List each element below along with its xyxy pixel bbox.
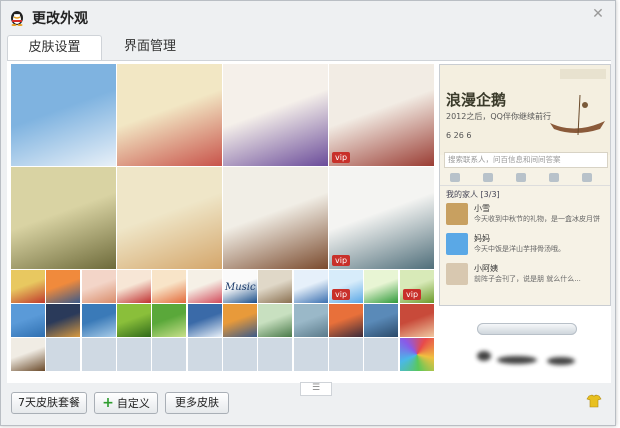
skin-thumbnail-snail[interactable] [117,304,151,337]
empty-skin-slot [117,338,151,371]
contact-avatar [446,263,468,285]
contact-avatar [446,203,468,225]
skin-thumbnail-sky-clouds[interactable] [11,64,116,166]
skin-thumbnail-green-vip[interactable]: vip [400,270,434,303]
empty-skin-slot [82,338,116,371]
preview-search-box: 搜索联系人，问百信息和间间答案 [444,152,608,168]
plus-icon: + [102,395,114,411]
vip-badge: vip [332,152,351,163]
skin-thumbnail-dusk[interactable] [329,304,363,337]
skin-thumbnail-forest-mist[interactable] [294,304,328,337]
slider-thumb[interactable] [477,323,577,335]
preview-nickname: 浪漫企鹅 [446,91,507,109]
skin-thumbnail-cloud-vip[interactable]: vip [329,270,363,303]
ink-blot [477,351,491,361]
tab-interface-management[interactable]: 界面管理 [105,35,195,61]
skin-thumbnail-paper-crane[interactable] [188,270,222,303]
preview-signature: 2012之后，QQ伴你继续前行 [446,112,551,121]
skin-thumbnail-clover[interactable] [364,270,398,303]
empty-skin-slot [152,338,186,371]
skin-thumbnail-bird[interactable] [11,270,45,303]
skin-thumbnail-bridge-night[interactable] [46,304,80,337]
preview-group-label: 我的家人 [3/3] [446,190,500,199]
contact-avatar [446,233,468,255]
ink-blot [547,357,575,365]
vip-badge: vip [332,255,351,266]
contact-message: 前阵子会刊了，说是朋 就么什么... [474,275,581,283]
zone-tab-icon [549,173,559,182]
preview-boat-art [440,65,610,155]
empty-skin-slot [188,338,222,371]
contact-name: 小雪 [474,204,490,213]
skin-thumbnail-blue-sky[interactable] [11,304,45,337]
transparency-slider[interactable] [477,323,577,335]
contacts-tab-icon [450,173,460,182]
empty-skin-slot [329,338,363,371]
skin-thumbnail-rowboat[interactable] [11,338,45,371]
skin-shirt-icon[interactable] [586,393,602,409]
skin-thumbnail-cat-cup[interactable] [117,167,222,269]
skin-thumbnail-kitty[interactable] [82,270,116,303]
preview-tab-strip [440,171,610,186]
content-area: vip vip Music vip vip 浪漫企鹅 2012之后，QQ伴你继续前行 6… [7,60,611,396]
empty-skin-slot [46,338,80,371]
skin-preview: 浪漫企鹅 2012之后，QQ伴你继续前行 6 26 6 搜索联系人，问百信息和间… [439,64,611,306]
preview-contact: 妈妈 今天中饭是洋山芋排骨汤哦。 [446,233,606,257]
empty-skin-slot [294,338,328,371]
contact-name: 小阿姨 [474,264,498,273]
contact-message: 今天收到中秋节的礼物，是一盒冰皮月饼 [474,215,600,223]
empty-skin-slot [258,338,292,371]
skin-thumbnail-purple-girl[interactable] [223,64,328,166]
group-tab-icon [516,173,526,182]
ink-blot [497,356,537,364]
empty-skin-slot [223,338,257,371]
custom-skin-label: 自定义 [116,397,150,410]
skin-thumbnail-label: Music [225,282,256,293]
skin-thumbnail-pavilion[interactable]: vip [329,64,434,166]
skin-thumbnail-bamboo[interactable] [258,304,292,337]
skin-grid: vip vip Music vip vip [11,64,435,376]
skin-thumbnail-cute-blue[interactable] [294,270,328,303]
collapse-handle[interactable]: ☰ [300,382,332,396]
skin-thumbnail-flower-pink[interactable] [152,270,186,303]
skin-thumbnail-sunset[interactable] [46,270,80,303]
window-title: 更改外观 [32,11,88,27]
skin-thumbnail-lake[interactable] [364,304,398,337]
recent-tab-icon [582,173,592,182]
vip-badge: vip [332,289,351,300]
skin-thumbnail-surfer[interactable] [223,304,257,337]
title-bar[interactable]: 更改外观 ✕ [1,1,615,33]
skin-thumbnail-pagoda[interactable]: vip [329,167,434,269]
skin-thumbnail-music[interactable]: Music [223,270,257,303]
skin-package-button[interactable]: 7天皮肤套餐 [11,392,87,414]
chat-tab-icon [483,173,493,182]
skin-thumbnail-ocean[interactable] [82,304,116,337]
contact-message: 今天中饭是洋山芋排骨汤哦。 [474,245,565,253]
skin-thumbnail-swing-kids[interactable] [11,167,116,269]
skin-thumbnail-flower-girl[interactable] [117,64,222,166]
tab-skin-settings[interactable]: 皮肤设置 [7,35,102,62]
skin-thumbnail-rainbow[interactable] [400,338,434,371]
preview-stats: 6 26 6 [446,131,472,140]
skin-thumbnail-red-toy[interactable] [117,270,151,303]
preview-contact: 小阿姨 前阵子会刊了，说是朋 就么什么... [446,263,606,287]
empty-skin-slot [364,338,398,371]
skin-thumbnail-cat-photo[interactable] [258,270,292,303]
change-appearance-window: 更改外观 ✕ 皮肤设置 界面管理 vip vip Music vip vip 浪漫企鹅 … [0,0,616,426]
skin-thumbnail-boat-girl[interactable] [223,167,328,269]
skin-thumbnail-grass[interactable] [152,304,186,337]
preview-contact: 小雪 今天收到中秋节的礼物，是一盒冰皮月饼 [446,203,606,227]
custom-skin-button[interactable]: + 自定义 [94,392,158,414]
more-skins-button[interactable]: 更多皮肤 [165,392,229,414]
contact-name: 妈妈 [474,234,490,243]
skin-thumbnail-boat-red[interactable] [400,304,434,337]
skin-thumbnail-dandelion[interactable] [188,304,222,337]
qq-penguin-icon [11,11,23,26]
close-button[interactable]: ✕ [591,7,605,21]
vip-badge: vip [403,289,422,300]
